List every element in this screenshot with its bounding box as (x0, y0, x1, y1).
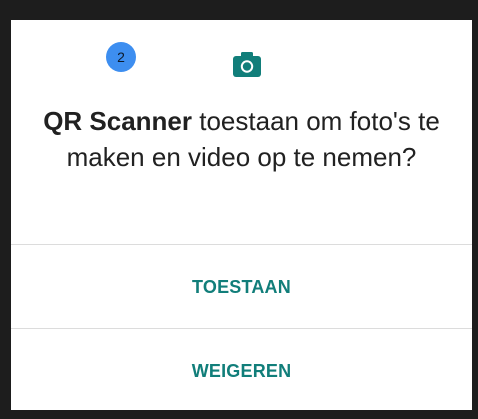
divider (11, 244, 472, 245)
deny-button[interactable]: WEIGEREN (11, 330, 472, 412)
camera-icon (233, 52, 261, 77)
allow-button[interactable]: TOESTAAN (11, 246, 472, 328)
permission-dialog: 2 QR Scanner toestaan om foto's te maken… (11, 20, 472, 410)
app-name: QR Scanner (43, 106, 193, 136)
step-badge: 2 (106, 42, 136, 72)
divider (11, 328, 472, 329)
permission-message: QR Scanner toestaan om foto's te maken e… (31, 103, 452, 175)
